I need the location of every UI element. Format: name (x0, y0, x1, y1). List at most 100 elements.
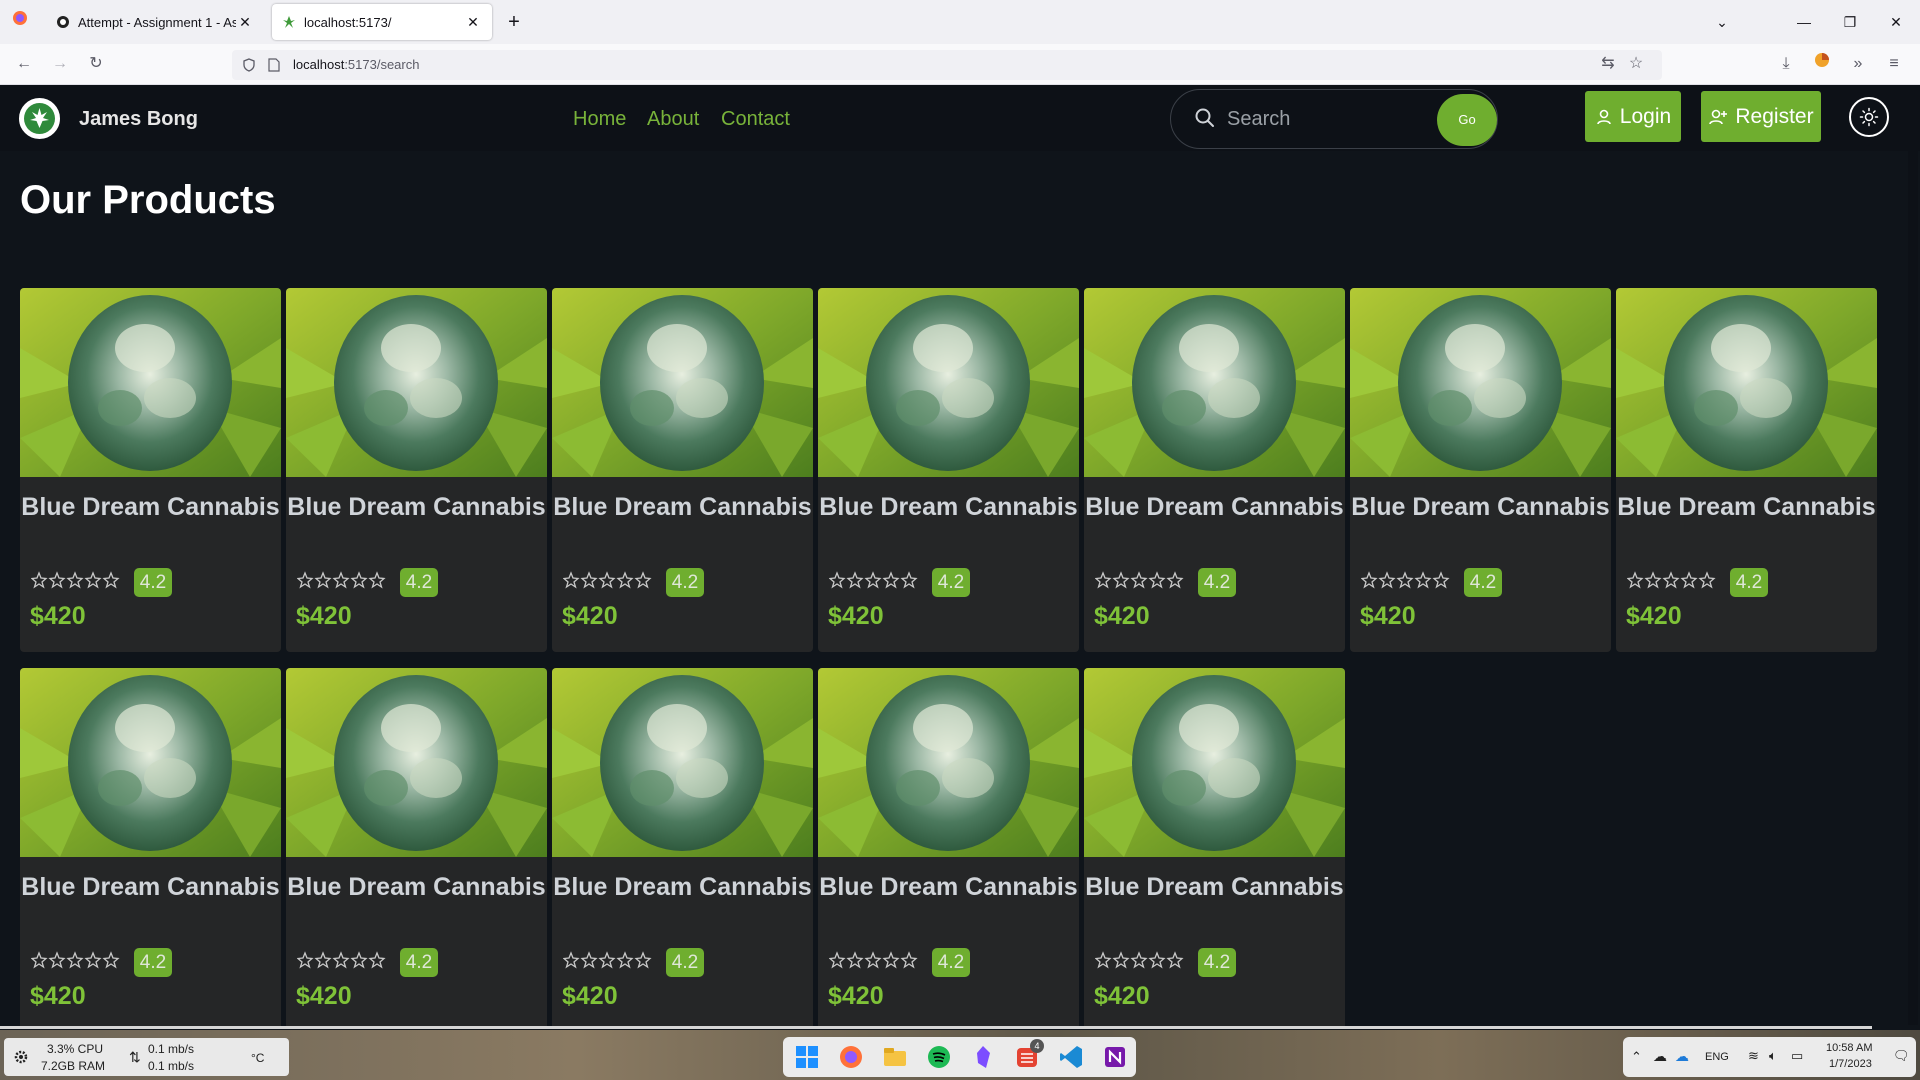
product-image[interactable] (286, 288, 547, 477)
star-rating-icon (31, 951, 123, 971)
chevron-up-icon[interactable]: ⌃ (1631, 1049, 1642, 1065)
product-card[interactable]: Blue Dream Cannabis 4.2 $420 (20, 668, 281, 1028)
onenote-icon[interactable] (1101, 1043, 1129, 1071)
close-window-button[interactable]: ✕ (1884, 10, 1908, 34)
battery-icon[interactable]: ▭ (1791, 1048, 1803, 1064)
product-name[interactable]: Blue Dream Cannabis (552, 869, 813, 906)
system-monitor-widget[interactable]: 3.3% CPU 7.2GB RAM ⇅ 0.1 mb/s 0.1 mb/s °… (4, 1038, 289, 1076)
register-button[interactable]: Register (1701, 91, 1821, 142)
product-name[interactable]: Blue Dream Cannabis (1616, 489, 1877, 526)
shield-icon[interactable] (242, 58, 256, 72)
product-image[interactable] (20, 288, 281, 477)
product-card[interactable]: Blue Dream Cannabis 4.2 $420 (1084, 668, 1345, 1028)
tab-localhost[interactable]: localhost:5173/ ✕ (272, 4, 492, 40)
product-card[interactable]: Blue Dream Cannabis 4.2 $420 (552, 668, 813, 1028)
new-tab-button[interactable]: + (502, 10, 526, 34)
product-image[interactable] (552, 288, 813, 477)
windows-start-icon[interactable] (793, 1043, 821, 1071)
product-name[interactable]: Blue Dream Cannabis (20, 869, 281, 906)
list-tabs-chevron-icon[interactable]: ⌄ (1710, 10, 1734, 34)
wifi-icon[interactable]: ≋ (1748, 1048, 1759, 1064)
forward-icon[interactable]: → (48, 52, 72, 76)
spotify-icon[interactable] (925, 1043, 953, 1071)
login-button[interactable]: Login (1585, 91, 1681, 142)
product-name[interactable]: Blue Dream Cannabis (552, 489, 813, 526)
product-image[interactable] (1084, 288, 1345, 477)
product-image[interactable] (20, 668, 281, 857)
file-explorer-icon[interactable] (881, 1043, 909, 1071)
star-rating-icon (1627, 571, 1719, 591)
product-name[interactable]: Blue Dream Cannabis (20, 489, 281, 526)
star-rating-icon (563, 571, 655, 591)
go-button[interactable]: Go (1437, 94, 1497, 146)
translate-icon[interactable]: ⇆ (1596, 52, 1620, 76)
bookmark-star-icon[interactable]: ☆ (1624, 52, 1648, 76)
gear-icon (14, 1050, 28, 1064)
hamburger-menu-icon[interactable]: ≡ (1882, 52, 1906, 76)
product-name[interactable]: Blue Dream Cannabis (1350, 489, 1611, 526)
tab-assignment[interactable]: Attempt - Assignment 1 - Assig ✕ (46, 4, 264, 40)
onedrive-icon[interactable]: ☁ (1675, 1048, 1689, 1065)
reload-icon[interactable]: ↻ (84, 52, 108, 76)
clock-date[interactable]: 1/7/2023 (1829, 1058, 1872, 1070)
product-name[interactable]: Blue Dream Cannabis (818, 869, 1079, 906)
product-name[interactable]: Blue Dream Cannabis (286, 869, 547, 906)
tab-favicon-icon (57, 16, 69, 28)
maximize-button[interactable]: ❐ (1838, 10, 1862, 34)
notifications-icon[interactable]: 🗨︎ (1893, 1048, 1910, 1064)
volume-icon[interactable]: 🔈︎ (1769, 1048, 1777, 1064)
leaf-favicon-icon (283, 16, 295, 28)
clock-time[interactable]: 10:58 AM (1826, 1042, 1872, 1054)
product-card[interactable]: Blue Dream Cannabis 4.2 $420 (1616, 288, 1877, 652)
theme-toggle-button[interactable] (1849, 97, 1889, 137)
minimize-button[interactable]: — (1792, 10, 1816, 34)
rating-badge: 4.2 (134, 568, 172, 597)
address-bar[interactable]: localhost:5173/search (232, 50, 1662, 80)
product-card[interactable]: Blue Dream Cannabis 4.2 $420 (818, 668, 1079, 1028)
brand-logo[interactable] (19, 98, 60, 139)
product-image[interactable] (1084, 668, 1345, 857)
download-icon[interactable]: ⤓ (1774, 52, 1798, 76)
product-grid: Blue Dream Cannabis 4.2 $420 Blue Dream … (20, 288, 1900, 1028)
product-card[interactable]: Blue Dream Cannabis 4.2 $420 (286, 668, 547, 1028)
brand-name[interactable]: James Bong (79, 108, 198, 131)
close-tab-icon[interactable]: ✕ (464, 14, 482, 31)
extension-icon[interactable] (1810, 52, 1834, 76)
back-icon[interactable]: ← (12, 52, 36, 76)
product-card[interactable]: Blue Dream Cannabis 4.2 $420 (286, 288, 547, 652)
language-indicator[interactable]: ENG (1705, 1051, 1729, 1063)
product-card[interactable]: Blue Dream Cannabis 4.2 $420 (552, 288, 813, 652)
obsidian-icon[interactable] (969, 1043, 997, 1071)
nav-about[interactable]: About (647, 108, 699, 131)
nav-contact[interactable]: Contact (721, 108, 790, 131)
product-card[interactable]: Blue Dream Cannabis 4.2 $420 (818, 288, 1079, 652)
close-tab-icon[interactable]: ✕ (236, 14, 254, 31)
page-icon[interactable] (268, 58, 280, 72)
site-header: James Bong Home About Contact Go Login R… (0, 85, 1920, 151)
product-card[interactable]: Blue Dream Cannabis 4.2 $420 (1350, 288, 1611, 652)
product-card[interactable]: Blue Dream Cannabis 4.2 $420 (1084, 288, 1345, 652)
product-image[interactable] (1350, 288, 1611, 477)
download-speed: 0.1 mb/s (148, 1059, 195, 1073)
product-card[interactable]: Blue Dream Cannabis 4.2 $420 (20, 288, 281, 652)
product-image[interactable] (818, 668, 1079, 857)
product-name[interactable]: Blue Dream Cannabis (1084, 869, 1345, 906)
product-name[interactable]: Blue Dream Cannabis (286, 489, 547, 526)
product-image[interactable] (552, 668, 813, 857)
product-name[interactable]: Blue Dream Cannabis (1084, 489, 1345, 526)
firefox-icon[interactable] (837, 1043, 865, 1071)
firefox-menu-icon[interactable] (8, 10, 32, 34)
nav-home[interactable]: Home (573, 108, 626, 131)
product-price: $420 (1626, 602, 1682, 630)
vscode-icon[interactable] (1057, 1043, 1085, 1071)
vertical-scrollbar[interactable] (1908, 85, 1918, 1025)
horizontal-scrollbar[interactable] (0, 1026, 1872, 1029)
cloud-icon[interactable]: ☁ (1653, 1048, 1667, 1065)
product-image[interactable] (818, 288, 1079, 477)
product-image[interactable] (1616, 288, 1877, 477)
search-input[interactable] (1227, 104, 1427, 134)
product-name[interactable]: Blue Dream Cannabis (818, 489, 1079, 526)
more-tools-icon[interactable]: » (1846, 52, 1870, 76)
product-image[interactable] (286, 668, 547, 857)
todoist-icon[interactable]: 4 (1013, 1039, 1044, 1071)
